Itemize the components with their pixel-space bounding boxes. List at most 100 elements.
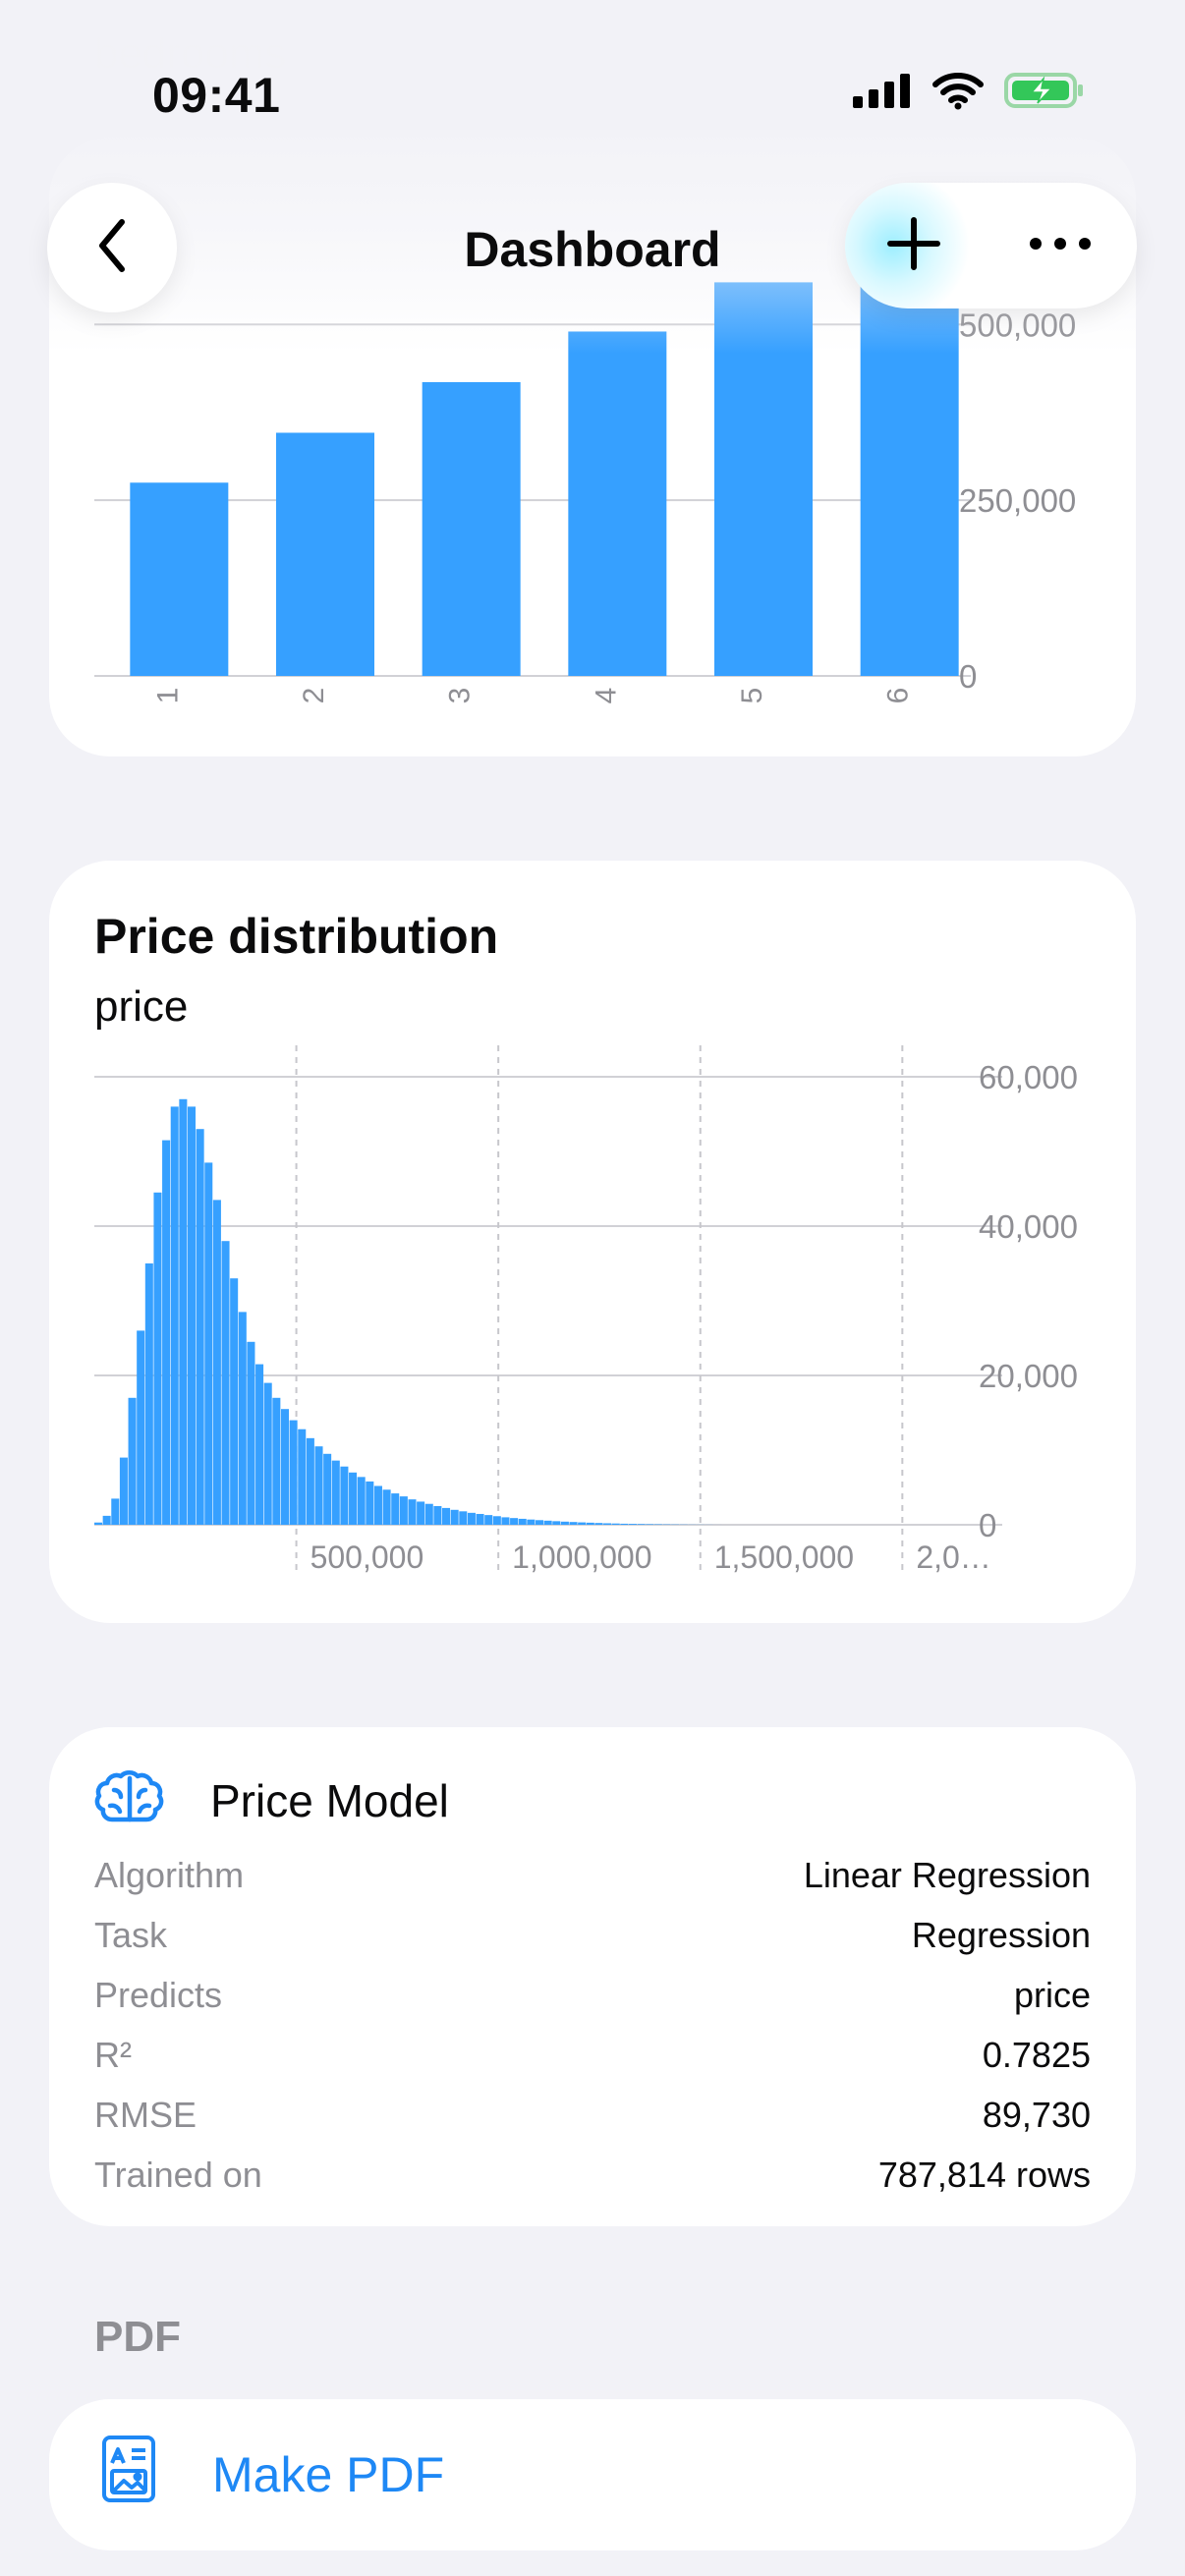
hist-bin [594,1523,603,1525]
bar-y-tick-label: 0 [959,658,977,695]
bar-x-tick-label: 2 [298,688,330,704]
hist-bin [153,1192,162,1525]
hist-bin [212,1200,221,1525]
make-pdf-label: Make PDF [212,2447,445,2502]
model-detail-row: Task Regression [94,1905,1091,1965]
hist-bin [373,1485,382,1525]
hist-bin [298,1428,307,1525]
dashboard-screen: 0 250,000 500,000 1 2 3 4 5 6 Price distribution… [0,0,1185,2576]
hist-bin [314,1446,323,1525]
hist-bin [484,1515,493,1525]
model-detail-row: Algorithm Linear Regression [94,1845,1091,1905]
hist-bin [543,1520,552,1525]
hist-bin [518,1518,527,1525]
hist-bin [433,1506,442,1525]
hist-bin [255,1364,264,1525]
bar [276,432,374,676]
hist-bin [366,1481,374,1525]
detail-label: R² [94,2034,132,2075]
card-title: Price distribution [94,909,499,964]
hist-bin [586,1522,594,1525]
hist-bin [357,1477,366,1525]
document-image-icon [100,2434,157,2516]
detail-value: 0.7825 [982,2034,1091,2075]
hist-bin [221,1241,230,1525]
hist-bin [560,1521,569,1525]
hist-bin [137,1330,145,1525]
hist-bin [331,1460,340,1525]
cellular-signal-icon [851,73,912,113]
bar-x-tick-label: 6 [882,688,915,704]
battery-charging-icon [1004,71,1085,115]
hist-bin [323,1453,332,1525]
price-distribution-card: Price distribution price 0 20,000 40,000 60… [49,861,1136,1623]
bar-y-tick-label: 500,000 [959,307,1076,343]
hist-bin [289,1420,298,1525]
ellipsis-icon [1028,236,1093,256]
detail-label: Algorithm [94,1854,245,1895]
hist-bin [162,1140,171,1525]
make-pdf-row[interactable]: Make PDF [49,2399,1136,2550]
hist-x-tick-label: 1,000,000 [512,1540,651,1575]
bar [422,381,521,676]
model-detail-row: R² 0.7825 [94,2025,1091,2085]
hist-bin [501,1517,510,1525]
hist-y-tick-label: 40,000 [979,1208,1078,1245]
hist-bin [417,1501,425,1525]
price-model-card[interactable]: Price Model Algorithm Linear Regression Ta… [49,1727,1136,2226]
bar-x-tick-label: 5 [736,688,768,704]
hist-x-tick-label: 1,500,000 [714,1540,854,1575]
model-title: Price Model [210,1774,449,1826]
card-subtitle: price [94,982,189,1031]
add-button[interactable] [845,183,983,308]
detail-value: 89,730 [982,2094,1091,2135]
hist-bin [637,1524,646,1525]
hist-bin [527,1519,536,1525]
detail-label: Task [94,1914,168,1955]
hist-bin [306,1437,314,1525]
bar [130,482,229,676]
detail-label: RMSE [94,2094,198,2135]
hist-bin [569,1522,578,1525]
hist-bin [204,1162,213,1525]
bar-x-tick-label: 1 [151,688,184,704]
section-header-pdf: PDF [94,2313,181,2361]
hist-x-tick-label: 2,0… [916,1540,990,1575]
detail-label: Trained on [94,2154,262,2195]
hist-y-tick-label: 0 [979,1507,996,1543]
hist-bin [442,1507,451,1525]
hist-bin [476,1513,484,1525]
hist-bin [187,1106,197,1525]
hist-bin [510,1518,519,1525]
bar [568,331,667,676]
hist-bin [620,1523,629,1525]
model-detail-row: Trained on 787,814 rows [94,2145,1091,2205]
hist-bin [340,1466,349,1525]
hist-bin [408,1499,417,1525]
hist-bin [424,1503,433,1525]
wifi-icon [931,71,985,115]
hist-bin [628,1524,638,1525]
hist-bin [94,1522,103,1525]
detail-value: Linear Regression [803,1854,1091,1895]
hist-bin [552,1521,561,1525]
hist-bin [399,1496,408,1525]
hist-bin [144,1263,153,1525]
hist-bin [196,1129,204,1525]
hist-bin [535,1520,544,1525]
hist-bin [492,1516,501,1525]
bar-y-tick-label: 250,000 [959,482,1076,519]
hist-bin [391,1493,400,1525]
detail-value: price [1013,1974,1091,2015]
hist-y-tick-label: 60,000 [979,1059,1078,1095]
hist-bin [128,1397,137,1525]
bar-x-tick-label: 3 [444,688,477,704]
more-button[interactable] [983,183,1137,308]
hist-x-tick-label: 500,000 [310,1540,424,1575]
hist-bin [230,1278,239,1525]
hist-bin [179,1098,188,1525]
make-pdf-button[interactable]: Make PDF [100,2434,444,2516]
price-histogram: 0 20,000 40,000 60,000 500,000 1,000,000 1,500… [94,1045,1078,1575]
model-detail-row: RMSE 89,730 [94,2085,1091,2145]
model-detail-row: Predicts price [94,1965,1091,2025]
